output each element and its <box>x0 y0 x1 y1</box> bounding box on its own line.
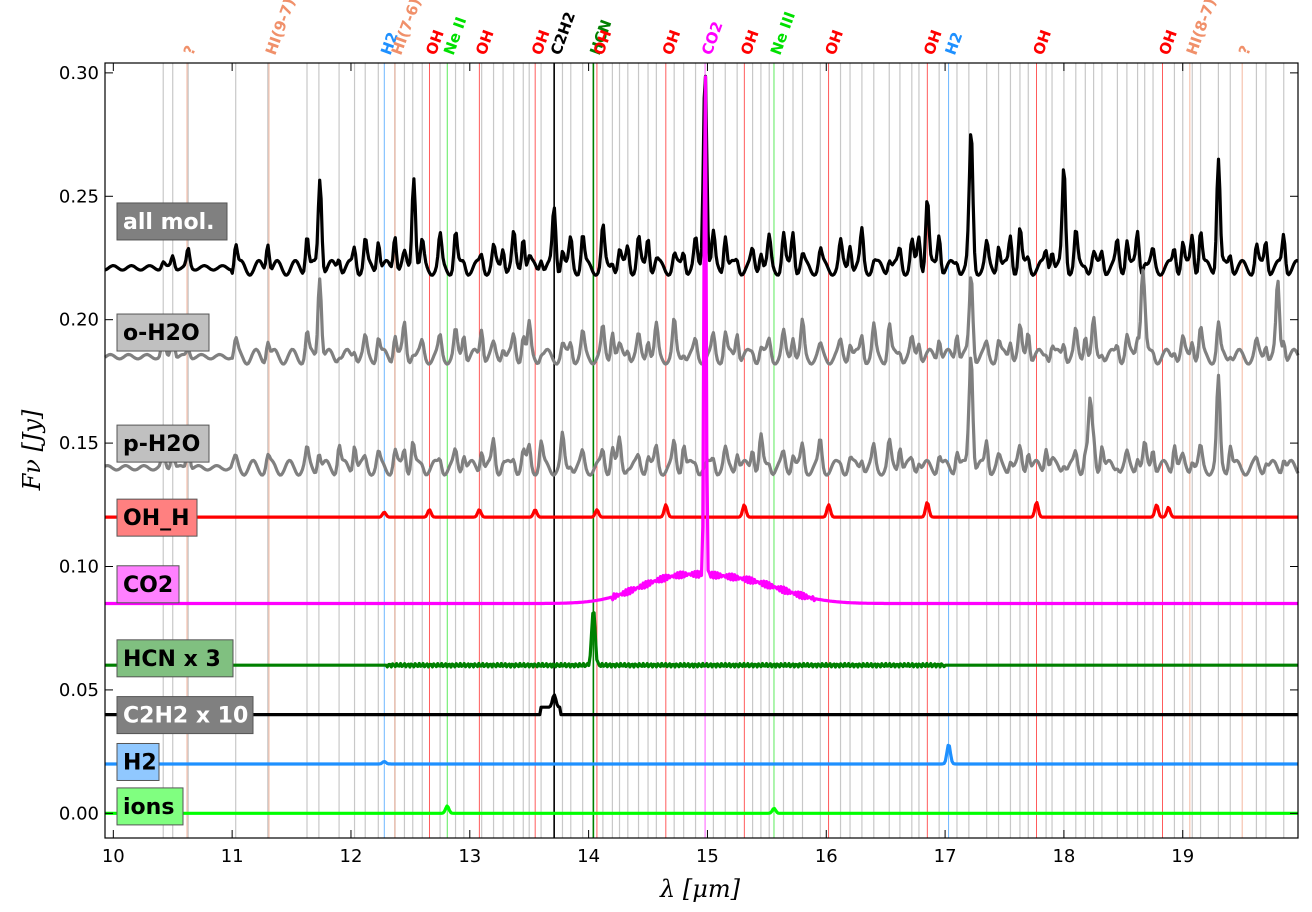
line-id-label: OH <box>659 27 685 57</box>
series-label-box: o-H2O <box>116 313 210 352</box>
y-tick-label: 0.15 <box>59 433 99 454</box>
line-id-label: Ne III <box>767 9 799 57</box>
y-tick-label: 0.05 <box>59 680 99 701</box>
line-id-label: OH <box>920 27 946 57</box>
series-label-box: all mol. <box>116 202 228 241</box>
x-tick-label: 12 <box>340 846 363 867</box>
series-line-7 <box>104 743 1299 766</box>
series-label-box: p-H2O <box>116 424 210 463</box>
x-tick-label: 14 <box>577 846 600 867</box>
y-tick-label: 0.20 <box>59 310 99 331</box>
series-label-text: p-H2O <box>123 432 200 457</box>
x-tick-label: 16 <box>815 846 838 867</box>
y-axis-label: Fν [Jy] <box>18 409 46 491</box>
x-tick-label: 19 <box>1171 846 1194 867</box>
series-label-box: HCN x 3 <box>116 639 234 678</box>
x-tick-label: 11 <box>221 846 244 867</box>
series-label-box: ions <box>116 787 184 826</box>
series-label-text: o-H2O <box>123 321 200 346</box>
series-label-box: H2 <box>116 742 160 781</box>
line-id-label: HI(7-6) <box>388 0 425 57</box>
y-tick-label: 0.30 <box>59 63 99 84</box>
x-tick-label: 15 <box>696 846 719 867</box>
y-tick-label: 0.10 <box>59 557 99 578</box>
x-axis-label: λ [μm] <box>659 875 741 903</box>
series-label-text: HCN x 3 <box>123 647 221 672</box>
x-tick-label: 17 <box>934 846 957 867</box>
series-line-6 <box>104 693 1299 717</box>
series-label-text: OH_H <box>123 506 190 531</box>
line-id-label: Ne II <box>440 14 470 57</box>
line-id-label: CO2 <box>698 19 727 57</box>
line-identification-markers <box>186 63 1243 838</box>
series-label-text: C2H2 x 10 <box>123 704 248 729</box>
series-label-text: ions <box>123 795 174 820</box>
line-id-label: OH <box>1155 27 1181 57</box>
series-line-4 <box>104 75 1299 606</box>
series-label-box: CO2 <box>116 565 180 604</box>
series-label-box: OH_H <box>116 498 198 537</box>
line-id-label: OH <box>1029 27 1055 57</box>
line-id-label: OH <box>472 27 498 57</box>
x-tick-label: 18 <box>1052 846 1075 867</box>
series-label-text: CO2 <box>123 573 173 598</box>
series-line-2 <box>104 356 1300 477</box>
series-label-text: all mol. <box>123 210 215 235</box>
line-id-label: OH <box>737 27 763 57</box>
series-line-5 <box>104 611 1299 669</box>
line-id-label: ? <box>180 43 200 57</box>
x-tick-label: 13 <box>458 846 481 867</box>
line-id-label: OH <box>821 27 847 57</box>
line-id-label: ? <box>1235 43 1255 57</box>
y-tick-label: 0.00 <box>59 803 99 824</box>
x-tick-label: 10 <box>102 846 125 867</box>
line-id-label: HI(8-7) <box>1183 0 1220 57</box>
series-line-1 <box>104 268 1300 366</box>
series-layer <box>104 74 1300 815</box>
series-label-box: C2H2 x 10 <box>116 696 254 735</box>
line-id-labels: ? HI(9-7) H2HI(7-6)OHNe II OH OHC2H2 HCNOH OH C… <box>180 0 1255 57</box>
y-tick-label: 0.25 <box>59 186 99 207</box>
series-labels: all mol. o-H2O p-H2O OH_H CO2 HCN x 3 C2H2 x 1… <box>116 202 254 826</box>
line-id-label: HI(9-7) <box>262 0 299 57</box>
series-label-text: H2 <box>123 750 157 775</box>
spectrum-chart: all mol. o-H2O p-H2O OH_H CO2 HCN x 3 C2H2 x 1… <box>18 0 1300 903</box>
series-line-8 <box>104 804 1299 815</box>
series-line-0 <box>104 74 1299 277</box>
